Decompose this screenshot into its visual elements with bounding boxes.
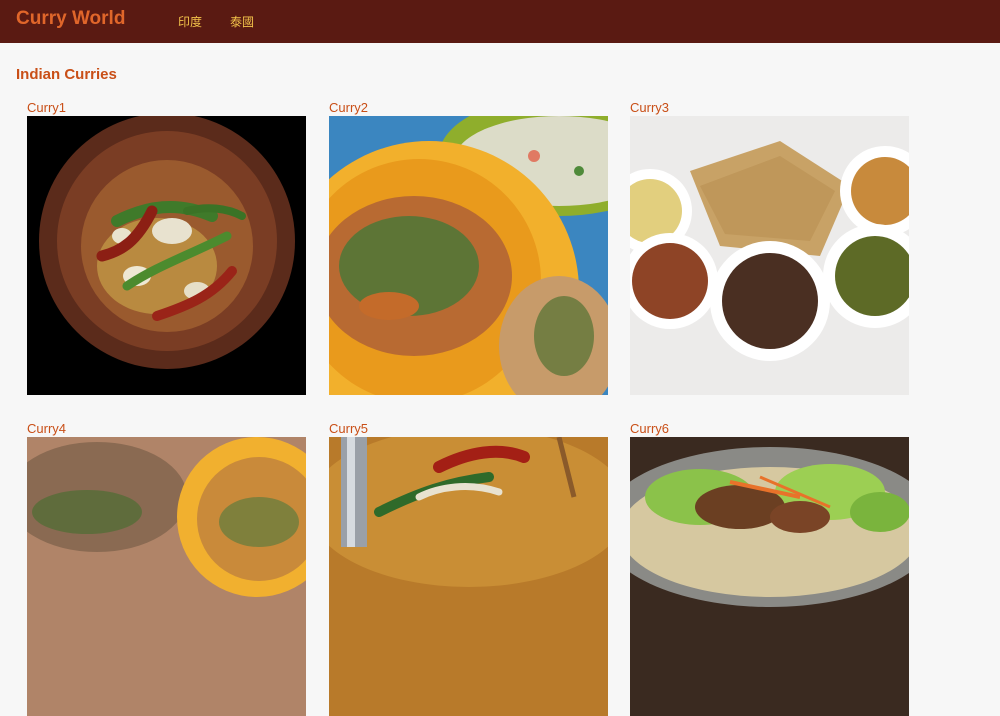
brand-logo-link[interactable]: Curry World — [16, 8, 125, 30]
curry-card-title[interactable]: Curry1 — [27, 99, 306, 116]
curry-photo[interactable] — [329, 116, 608, 395]
curry-card-title[interactable]: Curry3 — [630, 99, 909, 116]
curry-card: Curry2 — [329, 99, 608, 395]
navbar: Curry World 印度 泰國 — [0, 0, 1000, 43]
curry-card: Curry6 — [630, 420, 909, 716]
curry-card: Curry3 — [630, 99, 909, 395]
curry-photo[interactable] — [630, 437, 909, 716]
curry-photo[interactable] — [630, 116, 909, 395]
curry-photo[interactable] — [329, 437, 608, 716]
nav-link-india[interactable]: 印度 — [178, 13, 202, 30]
curry-photo[interactable] — [27, 116, 306, 395]
curry-card: Curry5 — [329, 420, 608, 716]
nav-link-thailand[interactable]: 泰國 — [230, 13, 254, 30]
curry-card-title[interactable]: Curry6 — [630, 420, 909, 437]
curry-card: Curry1 — [27, 99, 306, 395]
curry-card-title[interactable]: Curry4 — [27, 420, 306, 437]
curry-card: Curry4 — [27, 420, 306, 716]
curry-card-title[interactable]: Curry2 — [329, 99, 608, 116]
curry-photo[interactable] — [27, 437, 306, 716]
curry-card-title[interactable]: Curry5 — [329, 420, 608, 437]
section-title: Indian Curries — [16, 66, 117, 83]
